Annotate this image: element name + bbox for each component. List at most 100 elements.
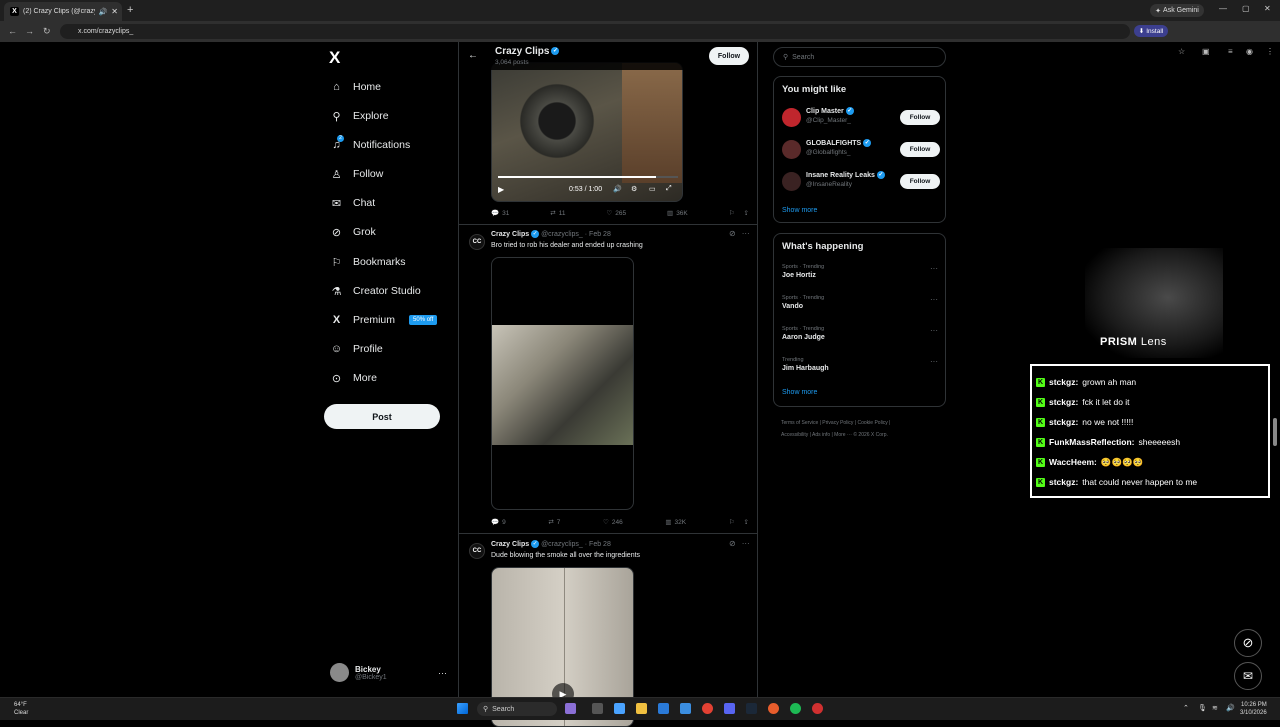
trend-item[interactable]: Trending Jim Harbaugh ··· [782, 357, 942, 372]
install-button[interactable]: ⬇ Install [1134, 25, 1168, 37]
sidebar-item-notifications[interactable]: ♫ 2 Notifications [330, 135, 410, 154]
maximize-button[interactable]: ▢ [1242, 4, 1250, 13]
show-more-link[interactable]: Show more [782, 207, 817, 214]
tray-chevron-icon[interactable]: ⌃ [1183, 704, 1189, 712]
reply-button[interactable]: 💬 9 [491, 518, 506, 527]
more-icon[interactable]: ··· [930, 326, 938, 335]
back-icon[interactable]: ← [8, 26, 17, 36]
like-button[interactable]: ♡ 265 [606, 209, 626, 218]
new-tab-button[interactable]: + [127, 4, 133, 16]
bookmark-button[interactable]: ⚐ ⇪ [729, 209, 749, 217]
more-icon[interactable]: ··· [742, 229, 750, 238]
sidepanel-icon[interactable]: ▣ [1202, 47, 1210, 56]
speaker-icon[interactable]: 🔊 [99, 8, 108, 16]
footer-line[interactable]: Accessibility | Ads info | More ··· © 20… [781, 429, 951, 441]
settings-icon[interactable]: ⚙ [631, 185, 637, 193]
trend-item[interactable]: Sports · Trending Joe Hortiz ··· [782, 264, 942, 279]
sidebar-item-chat[interactable]: ✉ Chat [330, 194, 375, 212]
mail-app-icon[interactable] [680, 703, 691, 714]
tweet-date[interactable]: · Feb 28 [585, 541, 611, 548]
store-icon[interactable] [658, 703, 669, 714]
repost-button[interactable]: ⇄ 7 [548, 518, 560, 527]
sidebar-item-profile[interactable]: ☺ Profile [330, 340, 383, 358]
account-switcher[interactable]: Bickey @Bickey1 [330, 663, 387, 682]
file-explorer-icon[interactable] [636, 703, 647, 714]
share-icon[interactable]: ⇪ [744, 518, 749, 526]
reply-button[interactable]: 💬 31 [491, 209, 509, 218]
show-more-link[interactable]: Show more [782, 389, 817, 396]
grok-fab-button[interactable]: ⊘ [1234, 629, 1262, 657]
post-button[interactable]: Post [324, 404, 440, 429]
spotify-icon[interactable] [790, 703, 801, 714]
minimize-button[interactable]: — [1219, 4, 1227, 13]
play-icon[interactable]: ▶ [498, 185, 504, 194]
share-icon[interactable]: ⇪ [744, 209, 749, 217]
taskbar-search[interactable]: ⚲ Search [477, 702, 557, 716]
tweet-date[interactable]: · Feb 28 [585, 231, 611, 238]
ask-gemini-button[interactable]: ✦ Ask Gemini [1150, 4, 1204, 17]
tweet-author[interactable]: Crazy Clips [491, 541, 529, 548]
sidebar-item-premium[interactable]: X Premium 50% off [330, 311, 438, 329]
mic-icon[interactable]: 🎙 [1198, 704, 1207, 712]
windows-start-icon[interactable] [457, 703, 468, 714]
tweet-video[interactable] [491, 257, 634, 510]
tweet-handle[interactable]: @crazyclips_ [541, 541, 583, 548]
account-more-icon[interactable]: ··· [438, 668, 447, 678]
video-progress-track[interactable] [498, 176, 678, 178]
grok-icon[interactable]: ⊘ [729, 229, 736, 238]
bookmark-button[interactable]: ⚐ ⇪ [729, 518, 749, 526]
close-window-button[interactable]: ✕ [1264, 4, 1271, 13]
fullscreen-icon[interactable]: ⤢ [666, 185, 672, 193]
tab-close-icon[interactable]: ✕ [111, 7, 122, 16]
star-icon[interactable]: ☆ [1178, 47, 1185, 56]
forward-icon[interactable]: → [25, 26, 34, 36]
avatar[interactable]: CC [469, 543, 485, 559]
copilot-icon[interactable] [614, 703, 625, 714]
grok-icon[interactable]: ⊘ [729, 539, 736, 548]
more-icon[interactable]: ··· [930, 357, 938, 366]
follow-button[interactable]: Follow [900, 174, 940, 189]
pip-icon[interactable]: ▭ [649, 185, 656, 193]
profile-icon[interactable]: ◉ [1246, 47, 1253, 56]
speaker-icon[interactable]: 🔊 [1226, 704, 1235, 712]
chrome-icon[interactable] [702, 703, 713, 714]
repost-button[interactable]: ⇄ 11 [550, 209, 565, 218]
more-icon[interactable]: ··· [930, 264, 938, 273]
menu-icon[interactable]: ⋮ [1266, 47, 1274, 56]
sidebar-item-explore[interactable]: ⚲ Explore [330, 107, 388, 125]
reload-icon[interactable]: ↻ [43, 26, 51, 37]
sidebar-item-more[interactable]: ⊙ More [330, 369, 377, 387]
task-view-icon[interactable] [592, 703, 603, 714]
widgets-app-icon[interactable] [565, 703, 576, 714]
weather-widget[interactable]: 64°F Clear [14, 701, 28, 717]
volume-icon[interactable]: 🔊 [613, 185, 622, 193]
x-logo-icon[interactable]: X [329, 48, 340, 68]
like-button[interactable]: ♡ 246 [603, 518, 623, 527]
search-input[interactable]: ⚲ Search [773, 47, 946, 67]
browser-tab[interactable]: X (2) Crazy Clips (@crazyclips_ 🔊 ✕ [4, 2, 122, 21]
views-button[interactable]: ▥ 32K [665, 518, 686, 527]
video-player[interactable]: ▶ 0:53 / 1:00 🔊 ⚙ ▭ ⤢ [491, 62, 683, 202]
follow-button[interactable]: Follow [900, 110, 940, 125]
more-icon[interactable]: ··· [930, 295, 938, 304]
trend-item[interactable]: Sports · Trending Aaron Judge ··· [782, 326, 942, 341]
wifi-icon[interactable]: ≋ [1212, 704, 1218, 712]
sidebar-item-bookmarks[interactable]: ⚐ Bookmarks [330, 253, 406, 271]
obs-icon[interactable] [768, 703, 779, 714]
footer-links[interactable]: Terms of Service | Privacy Policy | Cook… [781, 417, 951, 441]
more-icon[interactable]: ··· [742, 539, 750, 548]
follow-button[interactable]: Follow [900, 142, 940, 157]
steam-icon[interactable] [746, 703, 757, 714]
views-button[interactable]: ▥ 36K [667, 209, 688, 218]
back-arrow-icon[interactable]: ← [468, 50, 478, 61]
sidebar-item-home[interactable]: ⌂ Home [330, 78, 381, 96]
tweet-handle[interactable]: @crazyclips_ [541, 231, 583, 238]
suggested-account[interactable]: GLOBALFIGHTS ✓ @Globalfights_ Follow [782, 139, 942, 161]
url-field[interactable]: x.com/crazyclips_ [60, 24, 1130, 39]
sidebar-item-follow[interactable]: ♙ Follow [330, 165, 384, 183]
discord-icon[interactable] [724, 703, 735, 714]
scrollbar-thumb[interactable] [1273, 418, 1277, 446]
follow-button[interactable]: Follow [709, 47, 749, 65]
app-icon[interactable] [812, 703, 823, 714]
suggested-account[interactable]: Clip Master ✓ @Clip_Master_ Follow [782, 107, 942, 129]
